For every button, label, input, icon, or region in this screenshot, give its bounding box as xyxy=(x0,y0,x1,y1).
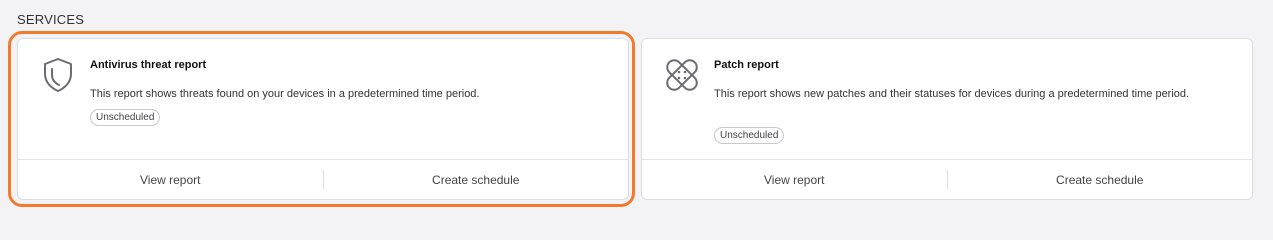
create-schedule-button[interactable]: Create schedule xyxy=(324,160,629,199)
antivirus-report-card: Antivirus threat report This report show… xyxy=(17,38,629,200)
patch-report-card: Patch report This report shows new patch… xyxy=(641,38,1253,200)
status-badge: Unscheduled xyxy=(714,127,785,144)
status-badge: Unscheduled xyxy=(90,109,161,126)
card-body: Antivirus threat report This report show… xyxy=(18,39,628,162)
section-title: SERVICES xyxy=(17,12,85,27)
card-body: Patch report This report shows new patch… xyxy=(642,39,1252,162)
card-title: Antivirus threat report xyxy=(90,59,207,71)
card-title: Patch report xyxy=(714,59,779,71)
view-report-button[interactable]: View report xyxy=(18,160,323,199)
view-report-button[interactable]: View report xyxy=(642,160,947,199)
shield-icon xyxy=(38,55,78,95)
bandage-icon xyxy=(662,55,702,95)
create-schedule-button[interactable]: Create schedule xyxy=(948,160,1253,199)
card-description: This report shows new patches and their … xyxy=(714,88,1190,100)
card-description: This report shows threats found on your … xyxy=(90,88,480,100)
card-footer: View report Create schedule xyxy=(642,159,1252,199)
card-footer: View report Create schedule xyxy=(18,159,628,199)
